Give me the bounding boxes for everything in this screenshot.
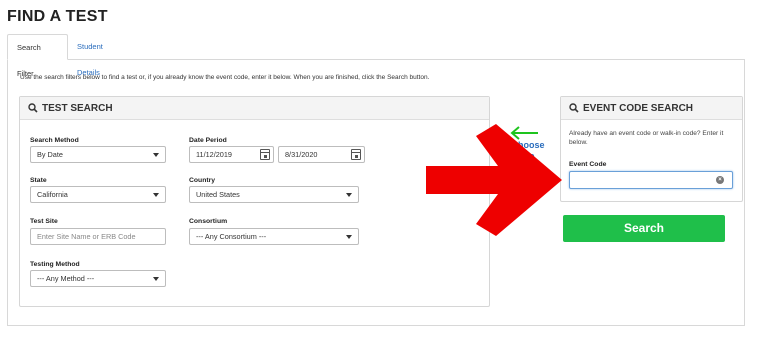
search-filter-panel: Use the search filters below to find a t… (7, 59, 745, 326)
test-search-title: TEST SEARCH (42, 102, 113, 114)
test-site-input[interactable]: Enter Site Name or ERB Code (30, 228, 166, 245)
red-pointer-arrow-icon (426, 124, 562, 236)
testing-method-label: Testing Method (30, 261, 80, 268)
state-label: State (30, 177, 47, 184)
event-code-search-box: EVENT CODE SEARCH Already have an event … (560, 96, 743, 202)
chevron-down-icon (153, 193, 159, 197)
search-icon (569, 103, 579, 113)
event-code-title: EVENT CODE SEARCH (583, 102, 694, 114)
date-end-value: 8/31/2020 (285, 150, 318, 159)
state-select[interactable]: California (30, 186, 166, 203)
consortium-label: Consortium (189, 218, 228, 225)
test-search-header: TEST SEARCH (20, 97, 489, 120)
tab-search-filter[interactable]: Search Filter (7, 34, 68, 78)
event-code-label: Event Code (569, 161, 607, 168)
search-method-select[interactable]: By Date (30, 146, 166, 163)
search-method-value: By Date (37, 150, 63, 159)
tab-student-details[interactable]: Student Details (68, 34, 112, 77)
test-site-placeholder: Enter Site Name or ERB Code (37, 232, 136, 241)
event-code-description: Already have an event code or walk-in co… (569, 130, 724, 146)
event-code-header: EVENT CODE SEARCH (561, 97, 742, 120)
date-start-field[interactable]: 11/12/2019 (189, 146, 274, 163)
search-method-label: Search Method (30, 137, 79, 144)
page-title: FIND A TEST (7, 8, 108, 25)
event-code-input[interactable]: × (569, 171, 733, 189)
date-end-field[interactable]: 8/31/2020 (278, 146, 365, 163)
country-select[interactable]: United States (189, 186, 359, 203)
calendar-icon[interactable] (260, 149, 270, 160)
chevron-down-icon (153, 277, 159, 281)
chevron-down-icon (153, 153, 159, 157)
consortium-value: --- Any Consortium --- (196, 232, 267, 241)
chevron-down-icon (346, 235, 352, 239)
state-value: California (37, 190, 68, 199)
consortium-select[interactable]: --- Any Consortium --- (189, 228, 359, 245)
testing-method-value: --- Any Method --- (37, 274, 95, 283)
date-period-label: Date Period (189, 137, 227, 144)
test-site-label: Test Site (30, 218, 58, 225)
clear-icon[interactable]: × (716, 176, 724, 184)
country-label: Country (189, 177, 216, 184)
search-button[interactable]: Search (563, 215, 725, 242)
chevron-down-icon (346, 193, 352, 197)
search-icon (28, 103, 38, 113)
testing-method-select[interactable]: --- Any Method --- (30, 270, 166, 287)
date-start-value: 11/12/2019 (196, 150, 232, 159)
intro-text: Use the search filters below to find a t… (20, 74, 430, 81)
calendar-icon[interactable] (351, 149, 361, 160)
test-search-box: TEST SEARCH Search Method By Date Date P… (19, 96, 490, 307)
country-value: United States (196, 190, 240, 199)
